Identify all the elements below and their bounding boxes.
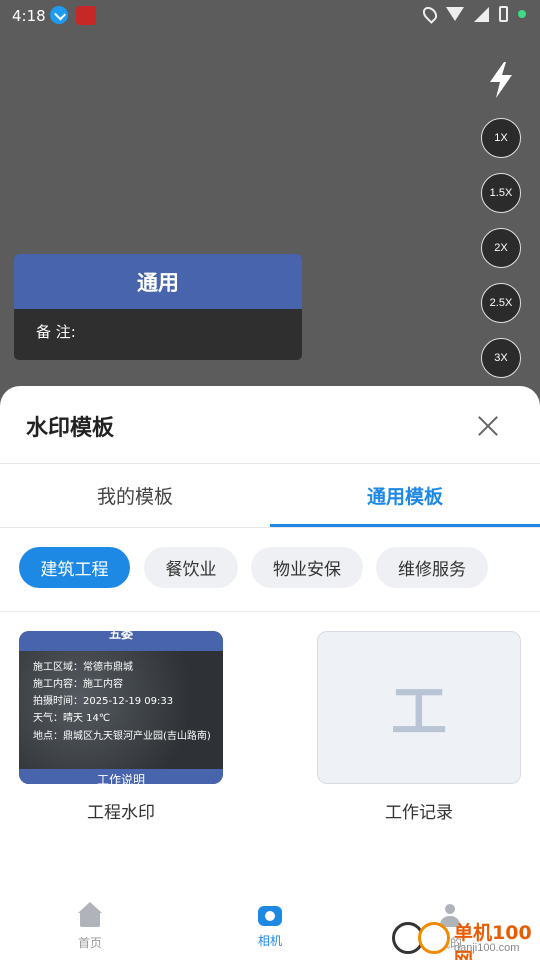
nav-label: 首页 <box>77 936 102 950</box>
thumb-top-band: 五委 <box>19 631 223 651</box>
tab-my-templates[interactable]: 我的模板 <box>0 464 270 526</box>
site-watermark: 单机100网 danji100.com <box>392 918 540 960</box>
watermark-preview[interactable]: 通用 备 注: <box>14 254 302 360</box>
template-placeholder-glyph: 工 <box>391 680 447 745</box>
zoom-3x-button[interactable]: 3X <box>481 338 521 378</box>
home-icon <box>78 902 102 928</box>
privacy-dot-icon <box>518 10 526 18</box>
tab-general-templates[interactable]: 通用模板 <box>270 464 540 526</box>
template-thumbnail-engineering[interactable]: 五委 施工区域：常德市鼎城 施工内容：施工内容 拍摄时间：2025-12-19 … <box>19 631 223 784</box>
zoom-1-5x-button[interactable]: 1.5X <box>481 173 521 213</box>
nav-item-camera[interactable]: 相机 <box>240 904 300 949</box>
divider <box>0 611 540 612</box>
watermark-logo-icon <box>418 922 450 954</box>
template-name-engineering[interactable]: 工程水印 <box>19 798 223 823</box>
thumb-bottom-band: 工作说明 <box>19 769 223 784</box>
sheet-title: 水印模板 <box>26 416 115 441</box>
template-name-work-record[interactable]: 工作记录 <box>317 798 521 823</box>
status-icons <box>420 4 526 24</box>
thumb-row: 施工内容：施工内容 <box>33 679 123 690</box>
category-chip-property-security[interactable]: 物业安保 <box>251 547 363 588</box>
template-thumbnail-work-record[interactable]: 工 <box>317 631 521 784</box>
thumb-row: 地点：鼎城区九天银河产业园(吉山路南) <box>33 731 211 742</box>
close-icon[interactable] <box>476 414 500 438</box>
status-bar: 4:18 <box>0 0 540 32</box>
status-time: 4:18 <box>12 7 46 25</box>
template-sheet: 水印模板 我的模板 通用模板 建筑工程 餐饮业 物业安保 维修服务 五委 施工区… <box>0 386 540 960</box>
divider <box>0 527 540 528</box>
wifi-icon <box>446 7 464 21</box>
app-notification-icon <box>76 6 96 25</box>
watermark-preview-note: 备 注: <box>36 323 76 341</box>
category-chip-repair[interactable]: 维修服务 <box>376 547 488 588</box>
thumb-row: 天气：晴天 14℃ <box>33 713 111 724</box>
download-icon <box>50 6 68 24</box>
category-chip-construction[interactable]: 建筑工程 <box>19 547 130 588</box>
location-icon <box>420 4 440 24</box>
thumb-row: 拍摄时间：2025-12-19 09:33 <box>33 696 174 707</box>
watermark-preview-title: 通用 <box>14 254 302 309</box>
nav-item-home[interactable]: 首页 <box>60 902 120 951</box>
battery-icon <box>499 6 508 22</box>
flash-icon[interactable] <box>486 60 516 100</box>
camera-icon <box>258 906 282 926</box>
nav-label: 相机 <box>257 934 282 948</box>
zoom-2x-button[interactable]: 2X <box>481 228 521 268</box>
thumb-body: 施工区域：常德市鼎城 施工内容：施工内容 拍摄时间：2025-12-19 09:… <box>19 651 223 769</box>
watermark-url: danji100.com <box>454 942 520 954</box>
signal-icon <box>474 6 489 22</box>
thumb-row: 施工区域：常德市鼎城 <box>33 662 133 673</box>
zoom-2-5x-button[interactable]: 2.5X <box>481 283 521 323</box>
category-chip-catering[interactable]: 餐饮业 <box>144 547 238 588</box>
zoom-1x-button[interactable]: 1X <box>481 118 521 158</box>
